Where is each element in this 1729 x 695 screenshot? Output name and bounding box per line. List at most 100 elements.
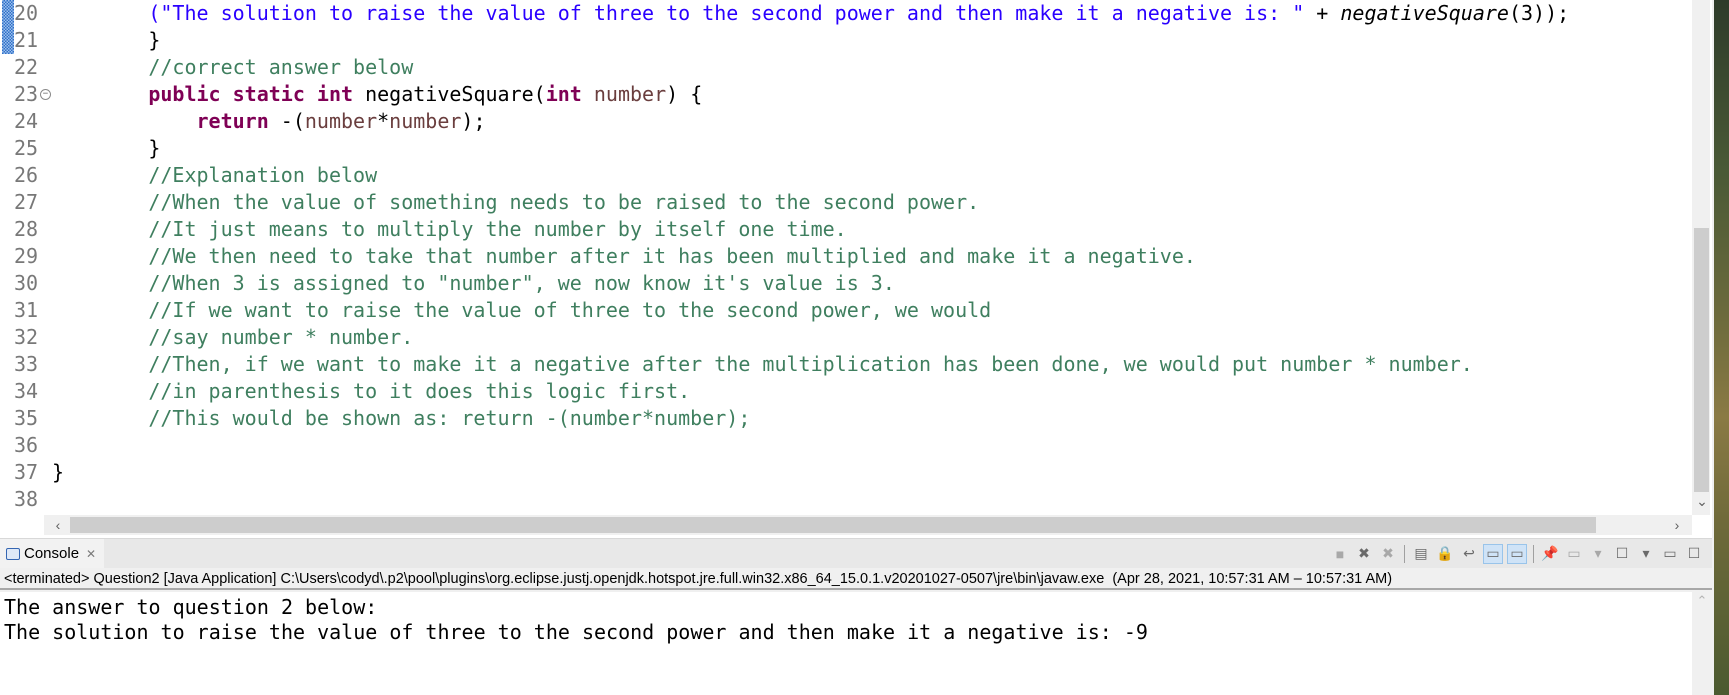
code-text: //in parenthesis to it does this logic f… [52,378,690,405]
chevron-right-icon[interactable]: › [1667,515,1687,535]
fold-collapse-icon[interactable]: − [40,89,51,100]
code-token: } [52,460,65,484]
close-icon[interactable]: ✕ [86,547,96,561]
code-line[interactable]: 34 //in parenthesis to it does this logi… [0,378,1690,405]
code-token: ) { [666,82,703,106]
code-text: //If we want to raise the value of three… [52,297,991,324]
code-token: -( [268,109,305,133]
pin-console-icon[interactable]: 📌 [1540,544,1560,564]
code-line[interactable]: 28 //It just means to multiply the numbe… [0,216,1690,243]
code-token: int [545,82,582,106]
code-line[interactable]: 25 } [0,135,1690,162]
code-text: //When 3 is assigned to "number", we now… [52,270,895,297]
code-text: } [52,135,160,162]
remove-all-terminated-icon[interactable]: ✖ [1378,544,1398,564]
code-line[interactable]: 20 ("The solution to raise the value of … [0,0,1690,27]
line-number: 20 [14,1,39,25]
line-number: 29 [14,244,39,268]
code-token: //Explanation below [148,163,378,187]
scroll-lock-icon[interactable]: 🔒 [1435,544,1455,564]
remove-launch-icon[interactable]: ✖ [1354,544,1374,564]
chevron-up-icon[interactable]: ⌃ [1694,592,1710,610]
code-line[interactable]: 32 //say number * number. [0,324,1690,351]
clear-console-icon[interactable]: ▤ [1411,544,1431,564]
line-number: 31 [14,298,39,322]
code-token: //This would be shown as: return -(numbe… [148,406,751,430]
code-token: //say number * number. [148,325,414,349]
line-number: 33 [14,352,39,376]
line-number: 22 [14,55,39,79]
code-token: public static int [148,82,354,106]
line-number: 38 [14,487,39,511]
chevron-down-icon[interactable]: ⌄ [1693,492,1711,510]
code-text: //This would be shown as: return -(numbe… [52,405,750,432]
line-number: 24 [14,109,39,133]
code-token: ); [461,109,486,133]
code-line[interactable]: 33 //Then, if we want to make it a negat… [0,351,1690,378]
code-editor[interactable]: 20 ("The solution to raise the value of … [0,0,1712,538]
code-line[interactable]: 23− public static int negativeSquare(int… [0,81,1690,108]
show-on-stdout-icon[interactable]: ▭ [1483,543,1503,564]
line-number: 37 [14,460,39,484]
code-line[interactable]: 30 //When 3 is assigned to "number", we … [0,270,1690,297]
code-token: + [1304,1,1341,25]
line-number: 32 [14,325,39,349]
maximize-icon[interactable]: ☐ [1684,544,1704,564]
minimize-icon[interactable]: ▭ [1660,544,1680,564]
code-line[interactable]: 27 //When the value of something needs t… [0,189,1690,216]
display-dropdown-icon[interactable]: ▾ [1588,544,1608,564]
code-text: //We then need to take that number after… [52,243,1196,270]
show-on-stderr-icon[interactable]: ▭ [1507,543,1527,564]
code-token: ("The solution to raise the value of thr… [148,1,1305,25]
word-wrap-icon[interactable]: ↩ [1459,544,1479,564]
code-token: negativeSquare [1340,1,1509,25]
code-line[interactable]: 22 //correct answer below [0,54,1690,81]
code-token: //If we want to raise the value of three… [148,298,992,322]
chevron-left-icon[interactable]: ‹ [48,515,68,535]
code-token: number [389,109,462,133]
code-line[interactable]: 35 //This would be shown as: return -(nu… [0,405,1690,432]
open-console-dropdown-icon[interactable]: ▾ [1636,544,1656,564]
code-text: //When the value of something needs to b… [52,189,979,216]
code-line[interactable]: 31 //If we want to raise the value of th… [0,297,1690,324]
code-token: //correct answer below [148,55,414,79]
line-number: 27 [14,190,39,214]
console-output[interactable]: The answer to question 2 below: The solu… [0,592,1712,695]
editor-horizontal-scrollbar[interactable]: ‹ › [44,515,1692,535]
code-text: ("The solution to raise the value of thr… [52,0,1569,27]
line-number: 25 [14,136,39,160]
editor-vscroll-thumb[interactable] [1694,228,1709,492]
code-line[interactable]: 29 //We then need to take that number af… [0,243,1690,270]
code-text: return -(number*number); [52,108,486,135]
code-line[interactable]: 24 return -(number*number); [0,108,1690,135]
open-console-icon[interactable]: ☐ [1612,544,1632,564]
code-text: //Explanation below [52,162,377,189]
code-text: } [52,459,64,486]
line-number: 34 [14,379,39,403]
tab-console[interactable]: Console ✕ [0,539,105,568]
display-selected-console-icon[interactable]: ▭ [1564,544,1584,564]
terminate-icon[interactable]: ■ [1330,544,1350,564]
code-line[interactable]: 26 //Explanation below [0,162,1690,189]
code-text: //Then, if we want to make it a negative… [52,351,1473,378]
console-vertical-scrollbar[interactable]: ⌃ [1692,592,1712,695]
console-toolbar: ■ ✖ ✖ ▤ 🔒 ↩ ▭ ▭ 📌 ▭ ▾ ☐ ▾ ▭ ☐ [1330,539,1712,568]
code-line[interactable]: 36 [0,432,1690,459]
code-token: negativeSquare( [353,82,546,106]
editor-vertical-scrollbar[interactable]: ⌄ [1692,0,1710,515]
editor-hscroll-thumb[interactable] [70,517,1596,533]
code-line[interactable]: 38 [0,486,1690,513]
code-token: //When the value of something needs to b… [148,190,980,214]
code-line[interactable]: 21 } [0,27,1690,54]
code-token: } [52,28,161,52]
code-line[interactable]: 37} [0,459,1690,486]
